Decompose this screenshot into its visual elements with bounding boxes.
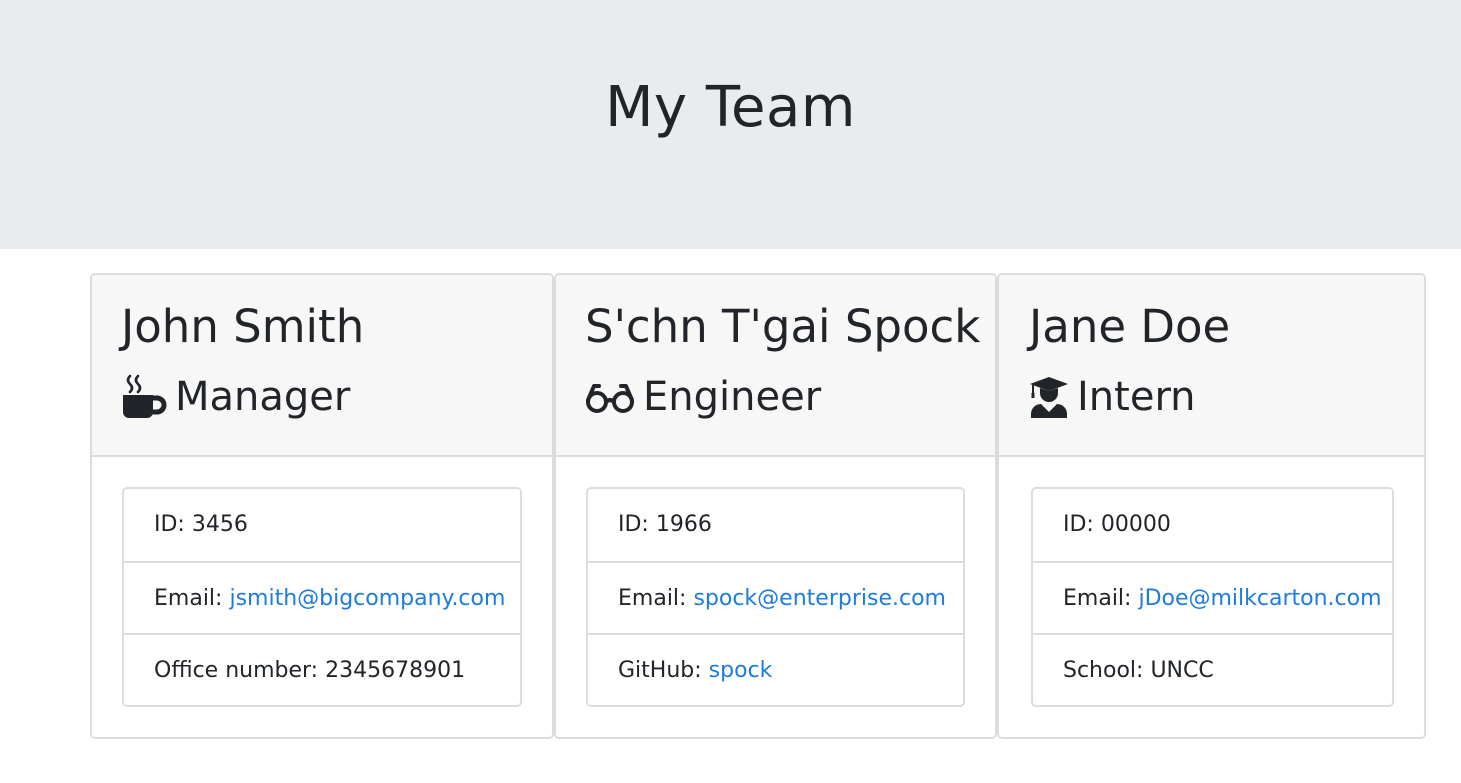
employee-id: ID: 00000 [1063, 512, 1171, 537]
graduate-icon [1029, 374, 1069, 420]
employee-card-engineer: S'chn T'gai Spock Engineer ID: 1966 Emai… [554, 273, 997, 739]
email-link[interactable]: jsmith@bigcompany.com [229, 586, 505, 611]
employee-role-label: Engineer [643, 374, 822, 420]
employee-id: ID: 3456 [154, 512, 248, 537]
employee-name: John Smith [121, 300, 365, 353]
employee-id: ID: 1966 [618, 512, 712, 537]
employee-details: ID: 00000 Email: jDoe@milkcarton.com Sch… [1031, 487, 1394, 707]
employee-name: S'chn T'gai Spock [585, 300, 981, 353]
employee-role: Intern [1029, 369, 1196, 425]
card-header: John Smith Manager [92, 275, 552, 457]
employee-github: GitHub: spock [588, 633, 963, 705]
email-link[interactable]: spock@enterprise.com [693, 586, 946, 611]
employee-role: Engineer [585, 369, 821, 425]
employee-card-intern: Jane Doe Intern ID: 00000 Email: jDoe@mi… [997, 273, 1426, 739]
github-link[interactable]: spock [709, 658, 773, 683]
glasses-icon [585, 374, 635, 420]
employee-office-number: Office number: 2345678901 [124, 633, 520, 705]
card-header: Jane Doe Intern [999, 275, 1424, 457]
employee-role-label: Intern [1077, 374, 1196, 420]
employee-details: ID: 3456 Email: jsmith@bigcompany.com Of… [122, 487, 522, 707]
employee-name: Jane Doe [1029, 300, 1231, 353]
employee-role: Manager [121, 369, 350, 425]
employee-school: School: UNCC [1033, 633, 1392, 705]
employee-email: Email: jDoe@milkcarton.com [1033, 561, 1392, 633]
header-jumbotron: My Team [0, 0, 1461, 249]
employee-email: Email: spock@enterprise.com [588, 561, 963, 633]
employee-card-manager: John Smith Manager ID: 3456 Email: jsmit… [90, 273, 554, 739]
email-link[interactable]: jDoe@milkcarton.com [1138, 586, 1381, 611]
card-header: S'chn T'gai Spock Engineer [556, 275, 995, 457]
coffee-mug-icon [121, 374, 167, 420]
employee-details: ID: 1966 Email: spock@enterprise.com Git… [586, 487, 965, 707]
employee-email: Email: jsmith@bigcompany.com [124, 561, 520, 633]
employee-role-label: Manager [175, 374, 351, 420]
page-title: My Team [605, 75, 856, 140]
